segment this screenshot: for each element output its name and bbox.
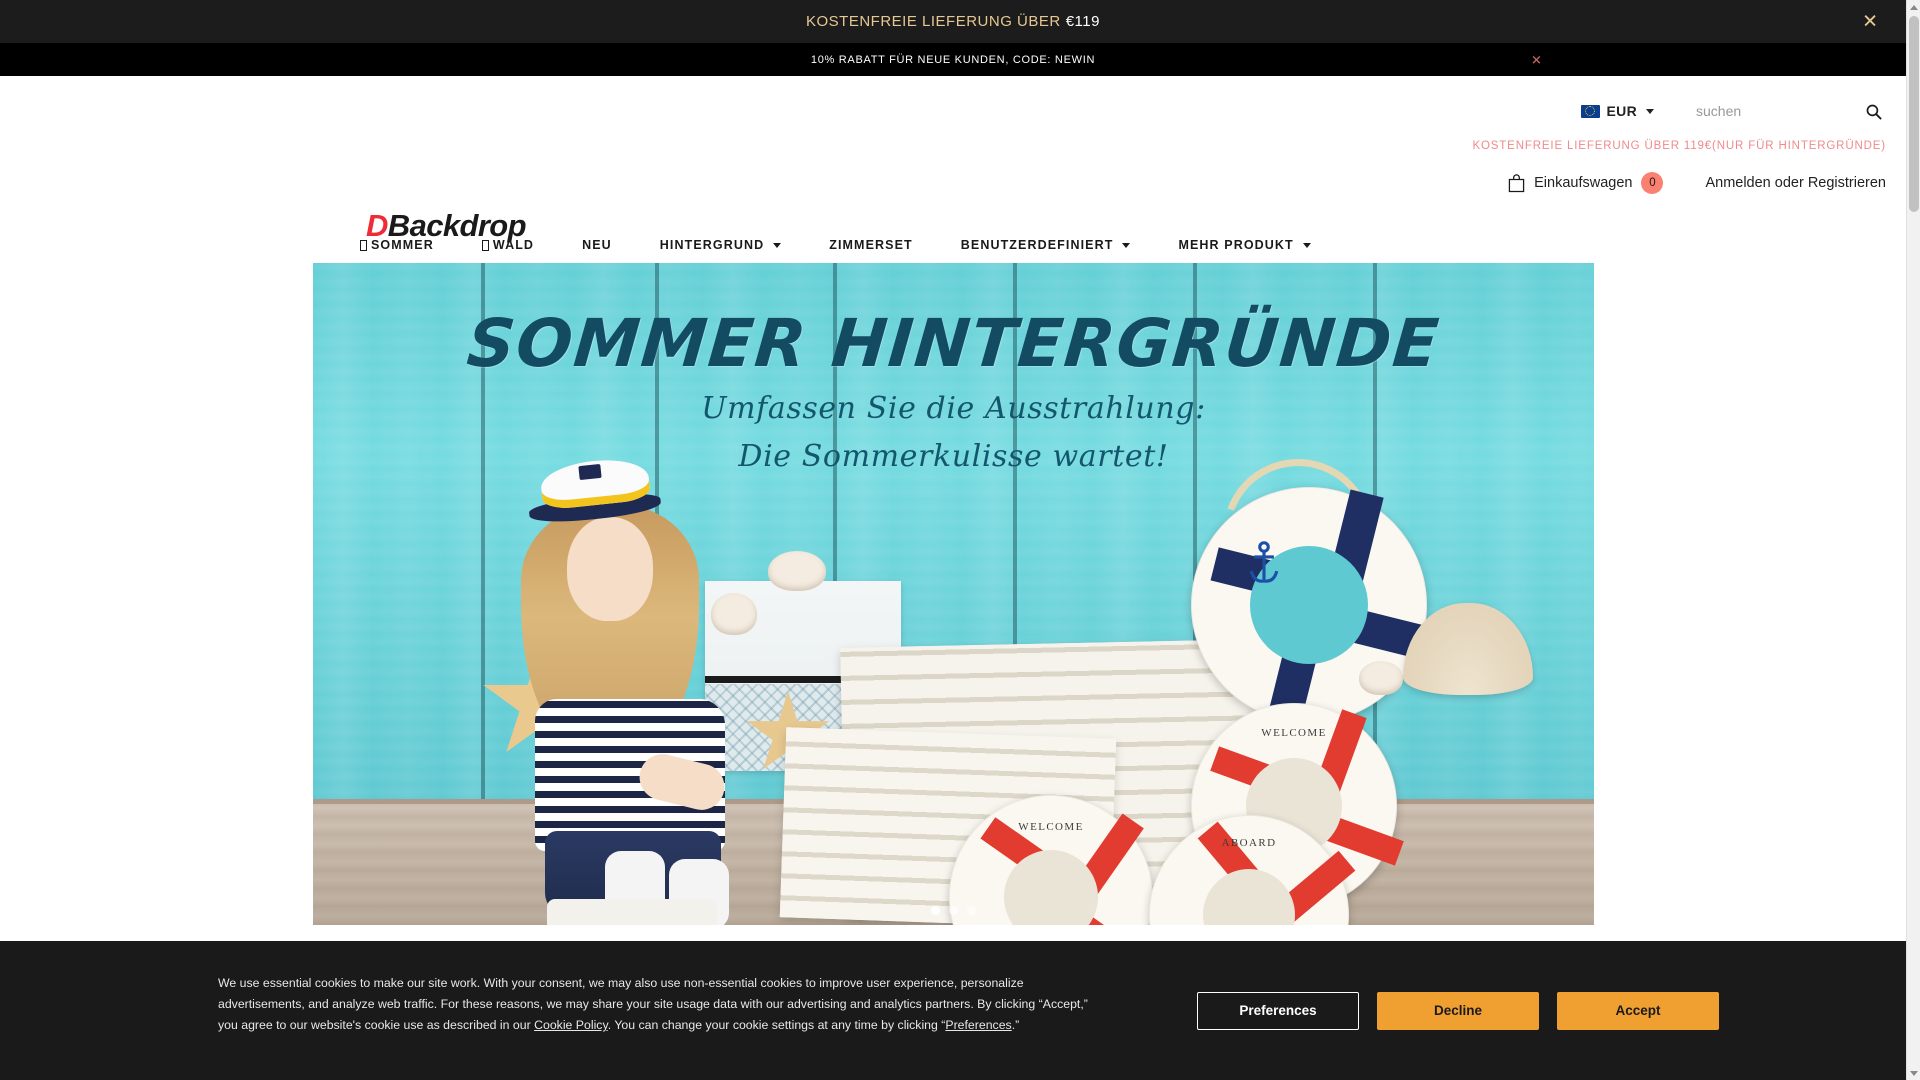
cookie-paragraph-2: . You can change your cookie settings at…	[607, 1018, 946, 1032]
top-promo-bar: KOSTENFREIE LIEFERUNG ÜBER €119 ✕	[0, 0, 1906, 43]
shopping-bag-icon	[1508, 174, 1525, 193]
top-promo-amount: €119	[1065, 13, 1100, 30]
scrollbar-thumb[interactable]	[1909, 16, 1919, 212]
nav-item-mehr-produkt[interactable]: MEHR PRODUKT	[1178, 238, 1311, 252]
accept-button[interactable]: Accept	[1557, 991, 1719, 1030]
carousel-dot[interactable]	[967, 906, 976, 915]
header-utility-row: EUR	[1580, 98, 1886, 124]
top-promo-highlight: KOSTENFREIE LIEFERUNG ÜBER	[806, 13, 1061, 30]
nav-item-benutzerdefiniert[interactable]: BENUTZERDEFINIERT	[961, 238, 1131, 252]
close-icon[interactable]: ✕	[1862, 12, 1878, 31]
eu-flag-icon	[1580, 104, 1600, 118]
cookie-consent-text: We use essential cookies to make our sit…	[218, 973, 1108, 1036]
shipping-note: KOSTENFREIE LIEFERUNG ÜBER 119€(NUR FÜR …	[1472, 140, 1886, 152]
site-header: DBackdrop EUR KOSTENFREIE LIEFERUNG ÜBER…	[0, 76, 1906, 243]
nav-item-label: NEU	[582, 238, 612, 252]
preferences-link[interactable]: Preferences	[945, 1018, 1011, 1032]
search-icon	[1866, 104, 1882, 120]
carousel-dot[interactable]	[949, 906, 958, 915]
page-scrollbar[interactable]	[1906, 0, 1920, 1080]
cookie-buttons: Preferences Decline Accept	[1197, 991, 1719, 1030]
second-promo-text: 10% RABATT FÜR NEUE KUNDEN, CODE: NEWIN	[810, 53, 1096, 66]
carousel-dot[interactable]	[931, 906, 940, 915]
nav-item-label: MEHR PRODUKT	[1178, 238, 1294, 252]
currency-label: EUR	[1606, 103, 1637, 119]
seashell-icon	[768, 551, 826, 591]
cart-link[interactable]: Einkaufswagen 0	[1508, 172, 1664, 194]
cookie-paragraph-3: .”	[1011, 1018, 1020, 1032]
search-input[interactable]	[1696, 98, 1861, 124]
missing-glyph-icon	[481, 239, 489, 251]
nav-item-label: ZIMMERSET	[829, 238, 913, 252]
account-row: Einkaufswagen 0 Anmelden oder Registrier…	[1508, 172, 1886, 194]
search-button[interactable]	[1861, 103, 1886, 120]
ring-label-welcome: WELCOME	[1018, 821, 1084, 833]
missing-glyph-icon	[360, 239, 367, 251]
nav-item-hintergrund[interactable]: HINTERGRUND	[659, 238, 782, 252]
currency-selector[interactable]: EUR	[1580, 103, 1654, 119]
cart-count-badge: 0	[1641, 172, 1664, 194]
nav-item-label: BENUTZERDEFINIERT	[960, 238, 1114, 252]
top-promo-text: KOSTENFREIE LIEFERUNG ÜBER €119	[806, 13, 1100, 30]
close-icon[interactable]: ✕	[1531, 53, 1542, 66]
chevron-down-icon	[1122, 242, 1131, 248]
hero-title: SOMMER HINTERGRÜNDE	[464, 305, 1443, 382]
nav-item-zimmerset[interactable]: ZIMMERSET	[829, 238, 913, 252]
cookie-policy-link[interactable]: Cookie Policy	[534, 1018, 608, 1032]
account-link[interactable]: Anmelden oder Registrieren	[1705, 175, 1886, 191]
carousel-dots	[313, 906, 1594, 915]
nav-item-label: HINTERGRUND	[659, 238, 765, 252]
nav-item-neu[interactable]: NEU	[582, 238, 612, 252]
scroll-up-arrow-icon[interactable]	[1907, 0, 1920, 14]
chevron-down-icon	[1302, 242, 1311, 248]
nav-item-label: WALD	[492, 238, 535, 252]
preferences-button[interactable]: Preferences	[1197, 991, 1359, 1030]
nav-item-label: SOMMER	[371, 238, 434, 252]
child-model	[519, 455, 769, 925]
main-navigation: SOMMER WALD NEU HINTERGRUND ZIMMERSET BE…	[0, 228, 1906, 262]
cookie-consent-banner: We use essential cookies to make our sit…	[0, 941, 1906, 1080]
chevron-down-icon	[773, 242, 782, 248]
nav-item-wald[interactable]: WALD	[481, 238, 535, 252]
chevron-down-icon	[1646, 108, 1654, 114]
ring-label-welcome: WELCOME	[1261, 727, 1327, 739]
seashell-icon	[1359, 661, 1403, 695]
scroll-down-arrow-icon[interactable]	[1907, 1066, 1920, 1080]
ring-label-aboard: ABOARD	[1221, 837, 1277, 849]
nav-item-sommer[interactable]: SOMMER	[360, 238, 434, 252]
decline-button[interactable]: Decline	[1377, 991, 1539, 1030]
search-box	[1696, 98, 1886, 124]
hero-banner[interactable]: WELCOME WELCOME ABOARD SOMMER HINTERGRÜN…	[313, 263, 1594, 925]
second-promo-bar: 10% RABATT FÜR NEUE KUNDEN, CODE: NEWIN …	[0, 43, 1906, 76]
hero-subtitle-1: Umfassen Sie die Ausstrahlung:	[701, 391, 1206, 426]
anchor-icon	[1249, 541, 1279, 583]
cart-label: Einkaufswagen	[1534, 175, 1633, 191]
hero-subtitle-2: Die Sommerkulisse wartet!	[738, 439, 1169, 474]
